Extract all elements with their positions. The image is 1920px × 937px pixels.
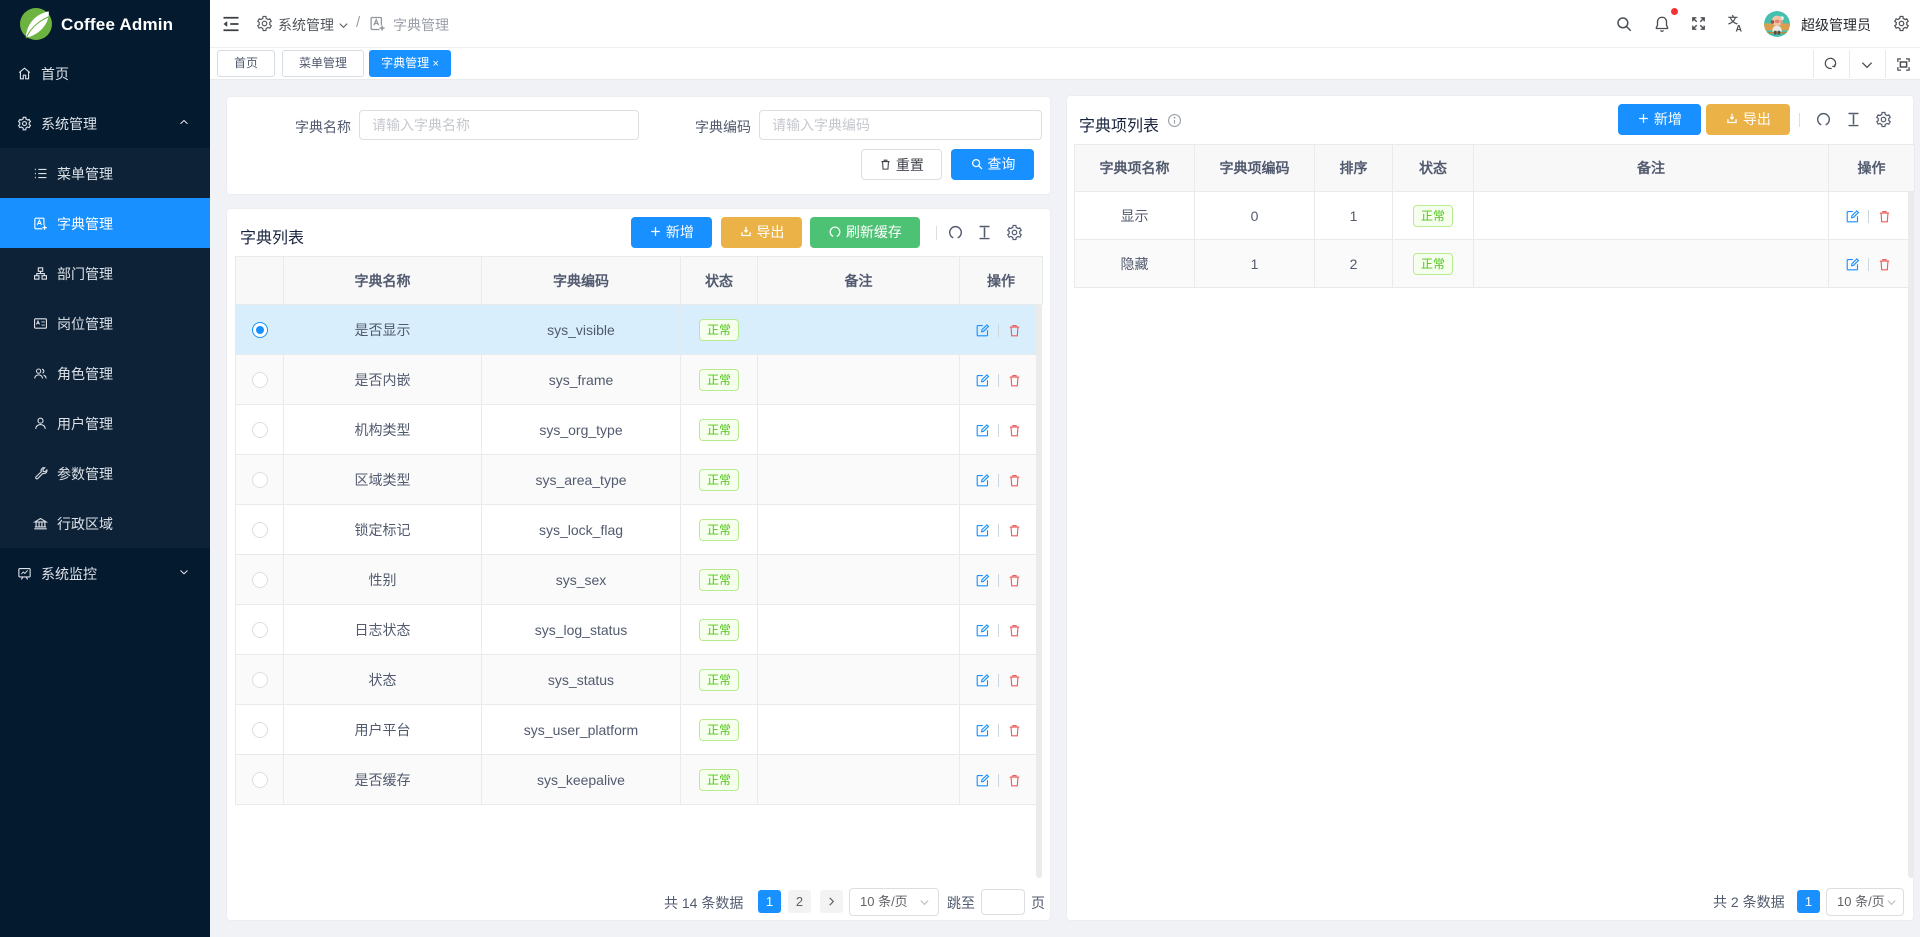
svg-text:A: A [1736, 24, 1743, 34]
